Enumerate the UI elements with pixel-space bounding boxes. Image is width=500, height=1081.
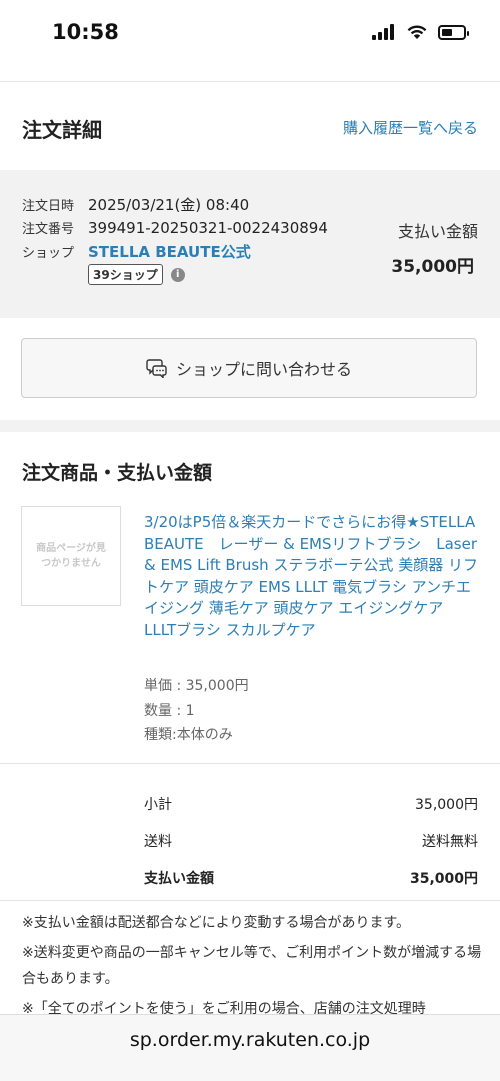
info-icon[interactable]: i [170, 267, 185, 282]
product-not-found-text: 商品ページが見つかりません [36, 543, 106, 569]
chat-bubble-icon [146, 359, 167, 378]
order-date-label: 注文日時 [22, 199, 75, 214]
shipping-label: 送料 [144, 834, 172, 850]
browser-url-bar[interactable]: sp.order.my.rakuten.co.jp [0, 1014, 500, 1081]
divider [0, 900, 500, 901]
product-unit-price: 単価 : 35,000円 [144, 678, 249, 694]
items-section-title: 注文商品・支払い金額 [22, 462, 213, 484]
shop-row: ショップ STELLA BEAUTE公式 [22, 241, 251, 262]
total-value: 35,000円 [409, 871, 478, 887]
contact-shop-button[interactable]: ショップに問い合わせる [21, 338, 477, 398]
order-date-row: 注文日時 2025/03/21(金) 08:40 [22, 194, 249, 215]
product-variant: 種類:本体のみ [144, 727, 233, 743]
subtotal-row: 小計 35,000円 [144, 794, 478, 814]
subtotal-value: 35,000円 [415, 797, 478, 813]
product-name-link[interactable]: 3/20はP5倍＆楽天カードでさらにお得★STELLA BEAUTE レーザー … [144, 512, 480, 641]
shop-39-badge: 39ショップ [88, 264, 163, 285]
shop-link[interactable]: STELLA BEAUTE公式 [88, 241, 251, 262]
product-quantity: 数量 : 1 [144, 703, 195, 719]
shipping-row: 送料 送料無料 [144, 831, 478, 851]
total-row: 支払い金額 35,000円 [144, 868, 478, 888]
total-label: 支払い金額 [144, 871, 214, 887]
shop-label: ショップ [22, 246, 75, 261]
subtotal-label: 小計 [144, 797, 172, 813]
page-title: 注文詳細 [22, 118, 102, 142]
contact-shop-label: ショップに問い合わせる [175, 360, 352, 379]
order-number-label: 注文番号 [22, 222, 75, 237]
url-text: sp.order.my.rakuten.co.jp [129, 1029, 371, 1051]
order-number-value: 399491-20250321-0022430894 [88, 219, 328, 237]
back-to-history-link[interactable]: 購入履歴一覧へ戻る [343, 117, 478, 138]
payment-amount-value: 35,000円 [391, 257, 474, 277]
section-separator [0, 420, 500, 432]
order-date-value: 2025/03/21(金) 08:40 [88, 196, 250, 214]
battery-icon [438, 24, 469, 40]
payment-amount-label: 支払い金額 [397, 222, 478, 241]
page-header: 注文詳細 購入履歴一覧へ戻る [0, 82, 500, 170]
order-info-panel: 注文日時 2025/03/21(金) 08:40 注文番号 399491-202… [0, 170, 500, 318]
status-icons [372, 24, 469, 40]
status-time: 10:58 [52, 20, 119, 44]
wifi-icon [407, 25, 427, 39]
shipping-value: 送料無料 [422, 834, 478, 850]
product-image-placeholder[interactable]: 商品ページが見つかりません [21, 506, 121, 606]
note-line: ※支払い金額は配送都合などにより変動する場合があります。 [22, 915, 411, 931]
shop-badge-row: 39ショップ i [88, 264, 185, 285]
cellular-signal-icon [372, 24, 394, 40]
status-bar: 10:58 [0, 0, 500, 70]
totals-panel: 小計 35,000円 送料 送料無料 支払い金額 35,000円 [0, 764, 500, 900]
note-line: ※送料変更や商品の一部キャンセル等で、ご利用ポイント数が増減する場合もあります。 [22, 945, 482, 987]
order-number-row: 注文番号 399491-20250321-0022430894 [22, 218, 328, 237]
